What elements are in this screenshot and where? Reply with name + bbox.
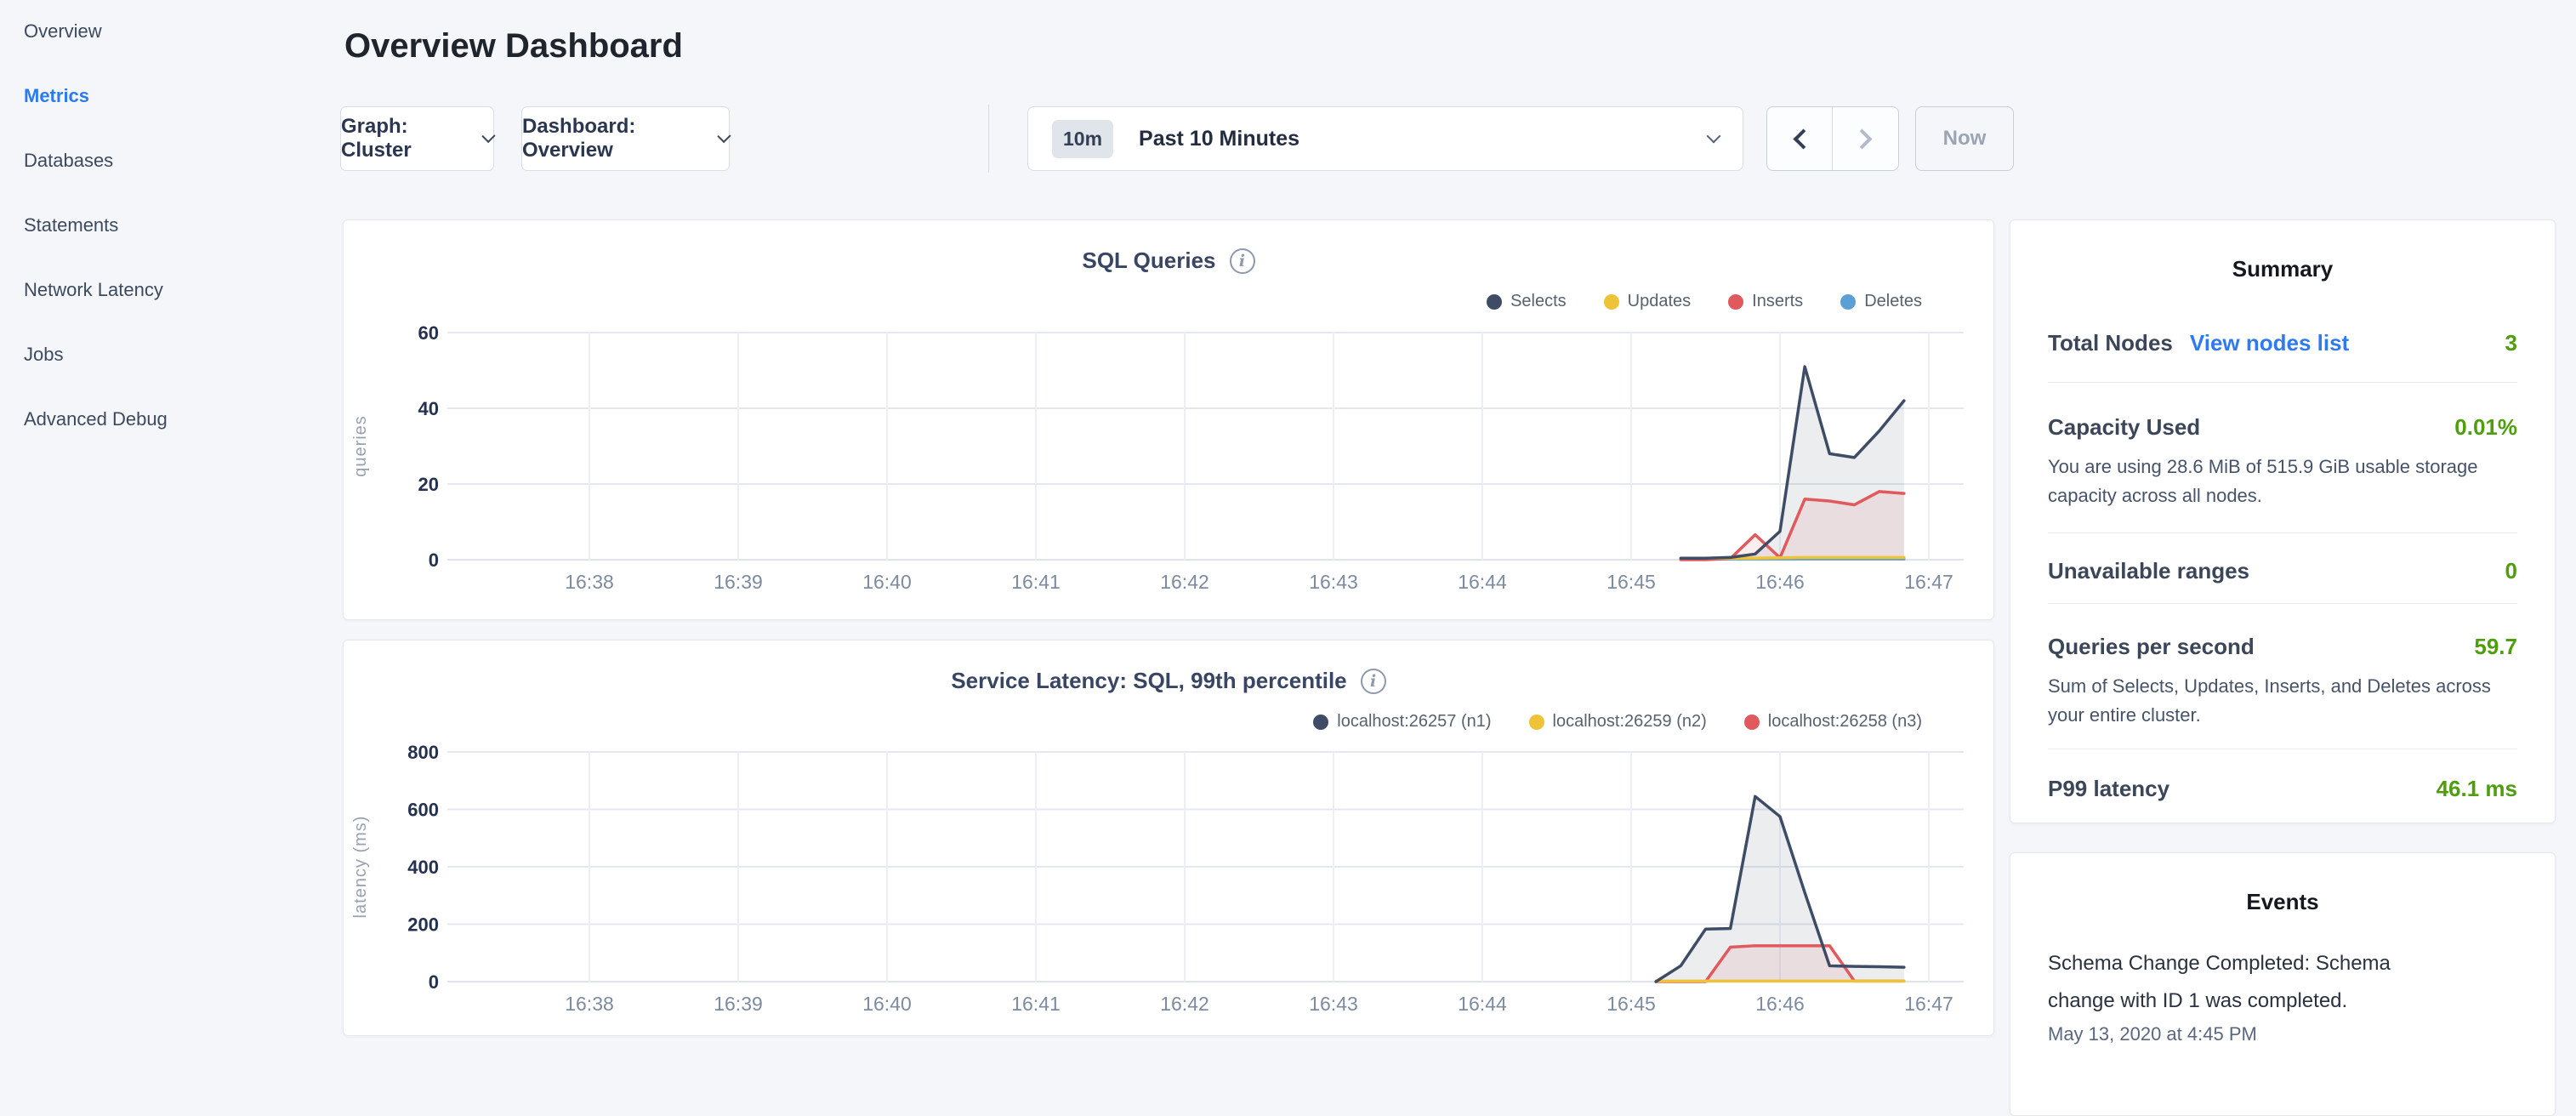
time-range-label: Past 10 Minutes	[1139, 127, 1299, 151]
svg-text:16:45: 16:45	[1606, 993, 1656, 1015]
svg-text:16:43: 16:43	[1309, 571, 1358, 593]
svg-text:16:46: 16:46	[1755, 571, 1805, 593]
sql-queries-chart-plot[interactable]: 0 20 40 60 16:38 16:39 16:40 16:41 16:42 16:43 16:…	[344, 220, 1993, 619]
svg-text:16:42: 16:42	[1160, 571, 1209, 593]
sidebar-item-jobs[interactable]: Jobs	[0, 325, 340, 390]
svg-text:16:41: 16:41	[1011, 993, 1061, 1015]
summary-description: Sum of Selects, Updates, Inserts, and De…	[2048, 672, 2517, 730]
sql-queries-chart-card: SQL Queries i SelectsUpdatesInsertsDelet…	[343, 219, 1994, 620]
summary-label: Unavailable ranges	[2048, 557, 2249, 584]
summary-value: 3	[2505, 329, 2517, 356]
svg-text:16:46: 16:46	[1755, 993, 1805, 1015]
svg-text:16:43: 16:43	[1309, 993, 1358, 1015]
summary-row-total-nodes: Total Nodes View nodes list 3	[2048, 282, 2517, 383]
summary-label: Capacity Used	[2048, 413, 2200, 441]
svg-text:16:40: 16:40	[862, 993, 912, 1015]
service-latency-chart-card: Service Latency: SQL, 99th percentile i …	[343, 640, 1994, 1036]
summary-row-p99-latency: P99 latency 46.1 ms	[2048, 749, 2517, 828]
sidebar-item-databases[interactable]: Databases	[0, 131, 340, 196]
service-latency-chart-plot[interactable]: 0 200 400 600 800 16:38 16:39 16:40 16:41 16:42 16…	[344, 641, 1993, 1035]
events-panel: Events Schema Change Completed: Schema c…	[2010, 852, 2556, 1116]
svg-text:latency (ms): latency (ms)	[351, 816, 370, 919]
svg-text:200: 200	[407, 914, 439, 936]
sidebar-item-metrics[interactable]: Metrics	[0, 66, 340, 131]
overview-dashboard-page: { "theme": { "active_nav_blue": "#2a7af2…	[0, 0, 2576, 1051]
sidebar-item-advanced-debug[interactable]: Advanced Debug	[0, 390, 340, 454]
svg-text:0: 0	[429, 971, 439, 993]
chevron-down-icon	[1707, 129, 1721, 144]
svg-text:16:38: 16:38	[565, 993, 614, 1015]
summary-label: Queries per second	[2048, 633, 2255, 660]
now-button[interactable]: Now	[1915, 106, 2014, 171]
svg-text:16:45: 16:45	[1606, 571, 1656, 593]
event-text: Schema Change Completed: Schema change w…	[2048, 945, 2454, 1020]
time-window-pager	[1766, 106, 1899, 171]
svg-text:800: 800	[407, 742, 439, 763]
svg-text:16:39: 16:39	[714, 993, 763, 1015]
summary-label: Total Nodes	[2048, 329, 2173, 356]
svg-text:16:39: 16:39	[714, 571, 763, 593]
graph-scope-dropdown[interactable]: Graph: Cluster	[340, 106, 494, 171]
summary-title: Summary	[2010, 220, 2555, 282]
dashboard-dropdown-label: Dashboard: Overview	[522, 115, 706, 162]
event-timestamp: May 13, 2020 at 4:45 PM	[2048, 1023, 2517, 1045]
sidebar: Overview Metrics Databases Statements Ne…	[0, 0, 340, 454]
summary-panel: Summary Total Nodes View nodes list 3 Ca…	[2010, 219, 2556, 823]
svg-text:400: 400	[407, 857, 439, 878]
summary-row-unavailable-ranges: Unavailable ranges 0	[2048, 533, 2517, 604]
next-window-button[interactable]	[1833, 107, 1898, 170]
dashboard-dropdown[interactable]: Dashboard: Overview	[521, 106, 730, 171]
chevron-down-icon	[718, 128, 731, 142]
chevron-down-icon	[481, 128, 495, 142]
time-range-badge: 10m	[1052, 120, 1113, 158]
view-nodes-list-link[interactable]: View nodes list	[2190, 329, 2349, 356]
sidebar-item-overview[interactable]: Overview	[0, 2, 340, 66]
chevron-right-icon	[1851, 128, 1872, 149]
graph-scope-label: Graph: Cluster	[341, 115, 470, 162]
svg-text:40: 40	[418, 398, 439, 419]
previous-window-button[interactable]	[1767, 107, 1833, 170]
svg-text:16:40: 16:40	[862, 571, 912, 593]
sidebar-item-statements[interactable]: Statements	[0, 196, 340, 260]
event-list-item[interactable]: Schema Change Completed: Schema change w…	[2048, 945, 2517, 1045]
svg-text:16:42: 16:42	[1160, 993, 1209, 1015]
summary-value: 0.01%	[2454, 413, 2517, 441]
svg-text:16:47: 16:47	[1904, 571, 1953, 593]
svg-text:16:41: 16:41	[1011, 571, 1061, 593]
summary-value: 46.1 ms	[2437, 775, 2517, 802]
svg-text:20: 20	[418, 474, 439, 495]
svg-text:0: 0	[429, 549, 439, 571]
chevron-left-icon	[1793, 128, 1813, 149]
time-range-picker[interactable]: 10m Past 10 Minutes	[1027, 106, 1743, 171]
summary-row-capacity-used: Capacity Used 0.01% You are using 28.6 M…	[2048, 383, 2517, 533]
svg-text:16:47: 16:47	[1904, 993, 1953, 1015]
summary-value: 0	[2505, 557, 2517, 584]
summary-row-queries-per-second: Queries per second 59.7 Sum of Selects, …	[2048, 604, 2517, 749]
svg-text:60: 60	[418, 322, 439, 344]
events-title: Events	[2010, 853, 2555, 914]
summary-value: 59.7	[2474, 633, 2517, 660]
controls-divider	[988, 105, 989, 173]
svg-text:16:38: 16:38	[565, 571, 614, 593]
svg-text:600: 600	[407, 800, 439, 821]
svg-text:16:44: 16:44	[1458, 571, 1507, 593]
page-title: Overview Dashboard	[344, 26, 683, 66]
svg-text:queries: queries	[351, 415, 370, 477]
summary-label: P99 latency	[2048, 775, 2169, 802]
svg-text:16:44: 16:44	[1458, 993, 1507, 1015]
summary-description: You are using 28.6 MiB of 515.9 GiB usab…	[2048, 453, 2517, 510]
sidebar-item-network-latency[interactable]: Network Latency	[0, 260, 340, 325]
